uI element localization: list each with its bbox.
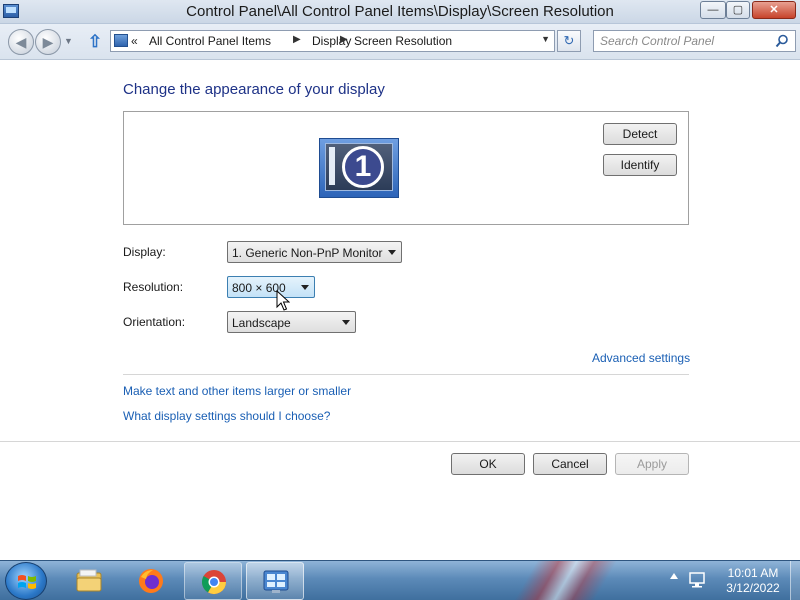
start-button[interactable] bbox=[5, 562, 47, 600]
taskbar-explorer[interactable] bbox=[60, 562, 118, 600]
ok-button[interactable]: OK bbox=[451, 453, 525, 475]
orientation-select[interactable]: Landscape bbox=[227, 311, 356, 333]
forward-button[interactable]: ▶ bbox=[35, 29, 61, 55]
apply-button[interactable]: Apply bbox=[615, 453, 689, 475]
control-panel-icon bbox=[263, 570, 289, 593]
cancel-button[interactable]: Cancel bbox=[533, 453, 607, 475]
show-hidden-icons-icon[interactable] bbox=[670, 573, 678, 579]
taskbar-control-panel[interactable] bbox=[246, 562, 304, 600]
close-button[interactable]: ✕ bbox=[752, 1, 796, 19]
detect-button[interactable]: Detect bbox=[603, 123, 677, 145]
display-label: Display: bbox=[123, 245, 166, 259]
chevron-down-icon bbox=[301, 285, 309, 290]
orientation-label: Orientation: bbox=[123, 315, 186, 329]
search-icon[interactable] bbox=[775, 34, 789, 48]
control-panel-icon bbox=[114, 34, 128, 47]
address-overflow-chevron[interactable]: « bbox=[131, 34, 138, 48]
chevron-down-icon bbox=[388, 250, 396, 255]
orientation-select-value: Landscape bbox=[232, 316, 291, 330]
windows-logo-icon bbox=[18, 575, 36, 589]
recent-pages-dropdown[interactable]: ▼ bbox=[64, 36, 73, 46]
clock[interactable]: 10:01 AM 3/12/2022 bbox=[720, 566, 786, 596]
text-size-link[interactable]: Make text and other items larger or smal… bbox=[123, 384, 351, 398]
breadcrumb-separator[interactable]: ▶ bbox=[340, 34, 348, 45]
page-title: Change the appearance of your display bbox=[123, 81, 385, 98]
display-settings-help-link[interactable]: What display settings should I choose? bbox=[123, 409, 330, 423]
breadcrumb-all-items[interactable]: All Control Panel Items bbox=[149, 34, 271, 48]
clock-date: 3/12/2022 bbox=[726, 581, 780, 595]
resolution-label: Resolution: bbox=[123, 280, 184, 294]
address-bar[interactable]: « All Control Panel Items ▶ Display ▶ Sc… bbox=[110, 30, 555, 52]
chrome-icon bbox=[201, 570, 226, 595]
address-dropdown-arrow[interactable]: ▼ bbox=[541, 34, 550, 44]
display-select-value: 1. Generic Non-PnP Monitor bbox=[232, 246, 383, 260]
refresh-button[interactable]: ↻ bbox=[557, 30, 581, 52]
resolution-select[interactable]: 800 × 600 bbox=[227, 276, 315, 298]
display-select[interactable]: 1. Generic Non-PnP Monitor bbox=[227, 241, 402, 263]
search-input[interactable] bbox=[600, 34, 770, 48]
monitor-arrangement-panel: 1 Detect Identify bbox=[123, 111, 689, 225]
divider bbox=[0, 441, 800, 442]
breadcrumb-separator[interactable]: ▶ bbox=[293, 34, 301, 45]
firefox-icon bbox=[139, 569, 163, 593]
clock-time: 10:01 AM bbox=[727, 566, 779, 580]
taskbar-chrome[interactable] bbox=[184, 562, 242, 600]
show-desktop-button[interactable] bbox=[790, 561, 800, 600]
monitor-number: 1 bbox=[342, 146, 384, 188]
minimize-button[interactable]: — bbox=[700, 1, 726, 19]
breadcrumb-screen-resolution[interactable]: Screen Resolution bbox=[354, 34, 452, 48]
monitor-icon[interactable]: 1 bbox=[319, 138, 399, 198]
taskbar: 10:01 AM 3/12/2022 bbox=[0, 560, 800, 600]
taskbar-firefox[interactable] bbox=[122, 562, 180, 600]
network-icon[interactable] bbox=[688, 571, 706, 589]
system-tray: 10:01 AM 3/12/2022 bbox=[664, 561, 800, 600]
maximize-button[interactable]: ▢ bbox=[726, 1, 750, 19]
back-button[interactable]: ◀ bbox=[8, 29, 34, 55]
search-box[interactable] bbox=[593, 30, 796, 52]
divider bbox=[123, 374, 689, 375]
identify-button[interactable]: Identify bbox=[603, 154, 677, 176]
monitor-screen: 1 bbox=[325, 143, 393, 191]
mouse-cursor-icon bbox=[276, 290, 290, 311]
folder-icon bbox=[76, 569, 102, 592]
navigation-bar: ◀ ▶ ▼ ⇧ « All Control Panel Items ▶ Disp… bbox=[0, 24, 800, 60]
window-title: Control Panel\All Control Panel Items\Di… bbox=[186, 3, 614, 20]
title-bar: Control Panel\All Control Panel Items\Di… bbox=[0, 0, 800, 24]
advanced-settings-link[interactable]: Advanced settings bbox=[592, 351, 690, 365]
main-content: Change the appearance of your display 1 … bbox=[0, 61, 800, 560]
wallpaper-peek bbox=[470, 561, 670, 600]
chevron-down-icon bbox=[342, 320, 350, 325]
up-arrow-icon[interactable]: ⇧ bbox=[86, 32, 104, 52]
